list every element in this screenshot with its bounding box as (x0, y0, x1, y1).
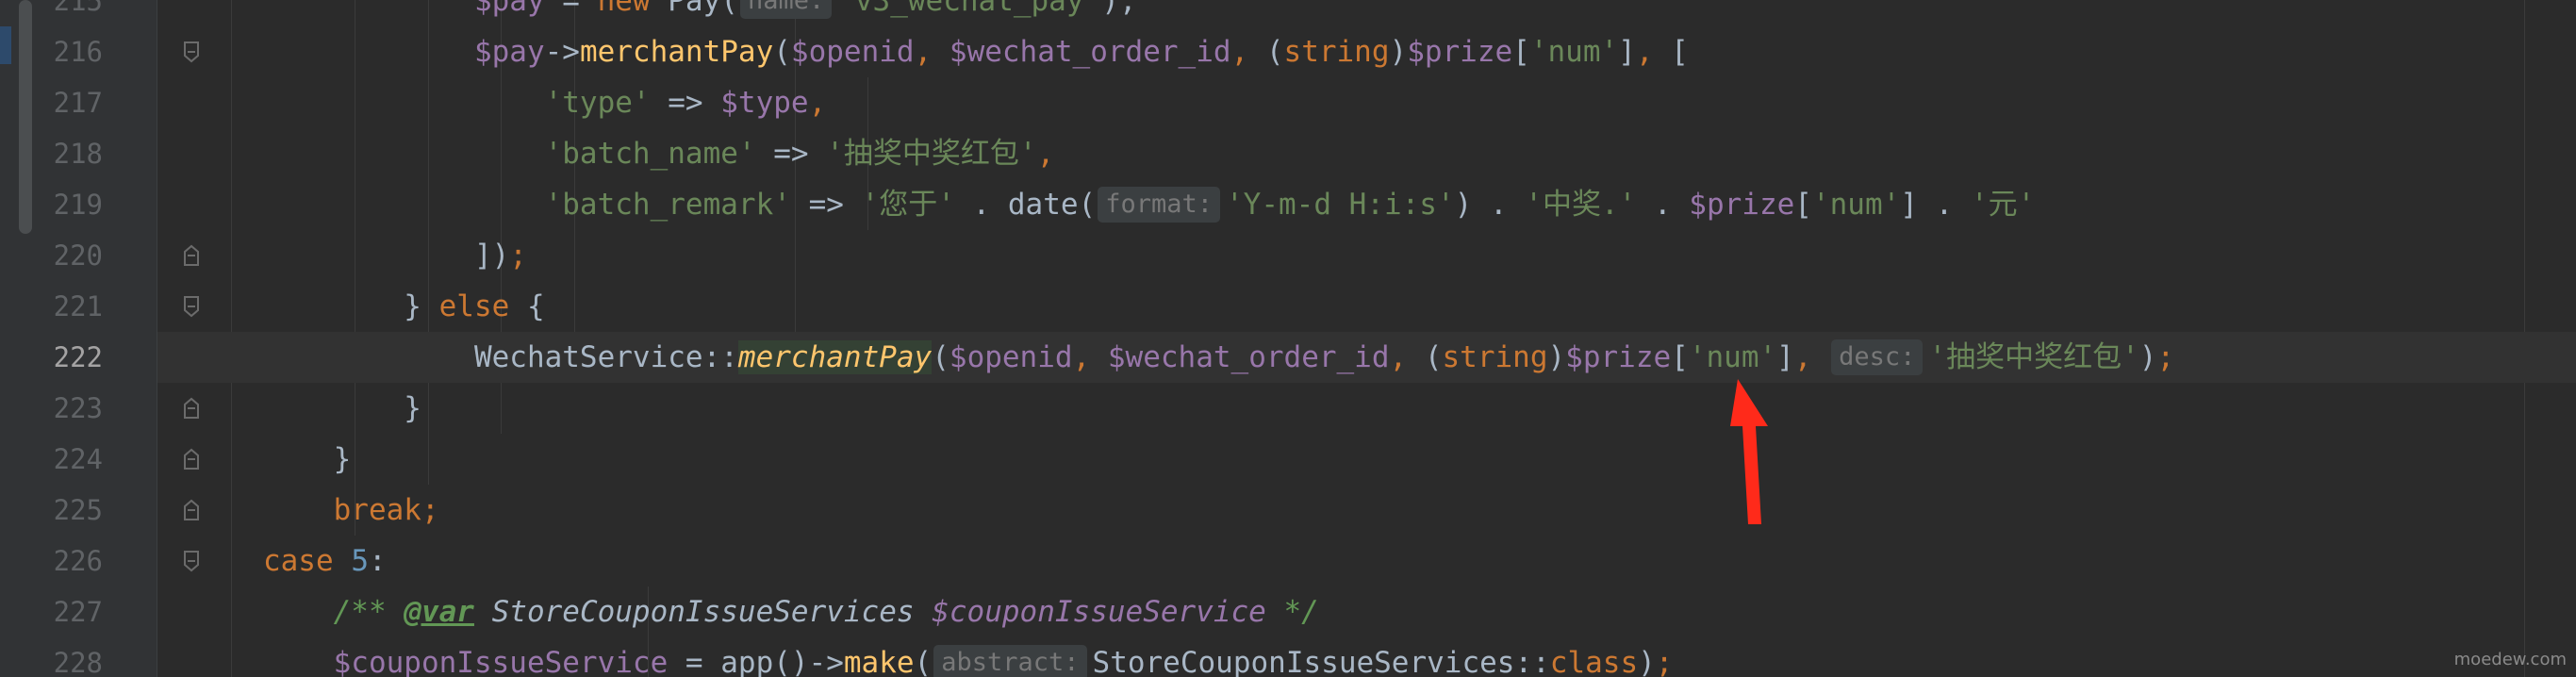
watermark: moedew.com (2453, 650, 2567, 669)
code-editor[interactable]: 215 $pay = new Pay(name:'v3_wechat_pay')… (0, 0, 2576, 677)
annotation-arrow-icon (1730, 379, 1768, 524)
